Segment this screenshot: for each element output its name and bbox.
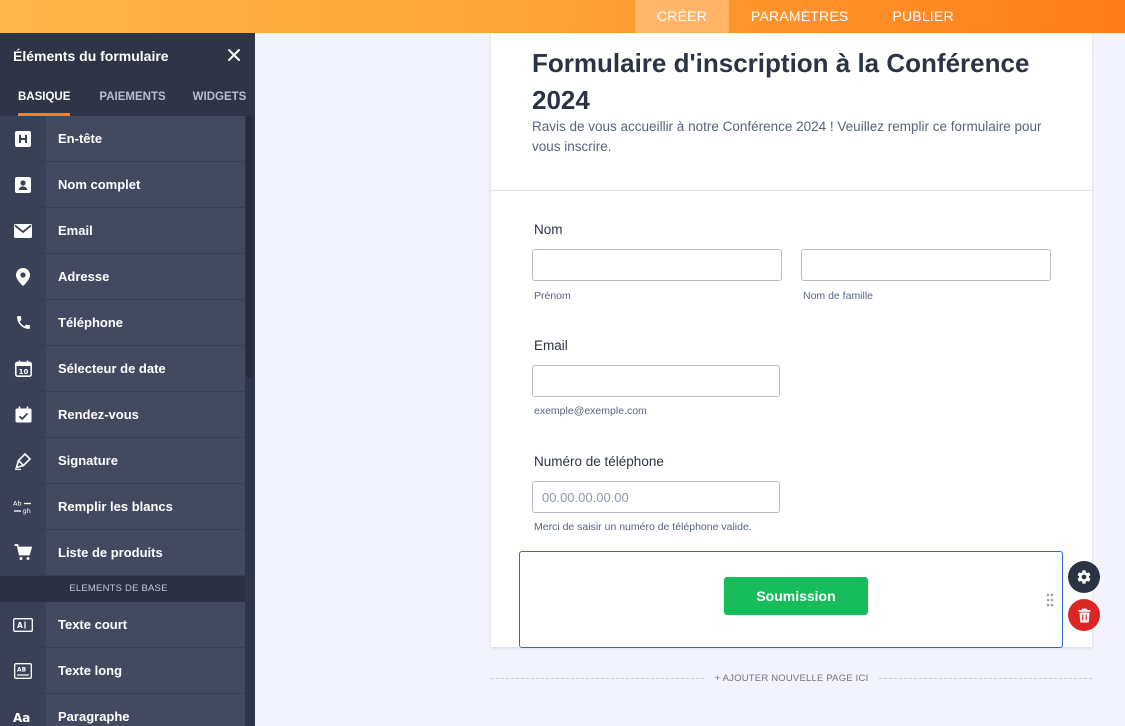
sidebar-item-label: En-tête — [58, 131, 103, 146]
tab-paiements[interactable]: PAIEMENTS — [99, 78, 165, 116]
svg-text:Aa: Aa — [13, 711, 30, 724]
sidebar-item-email[interactable]: Email — [0, 208, 245, 254]
contact-card-icon — [0, 162, 46, 207]
sidebar-header: Éléments du formulaire — [0, 33, 255, 78]
form-subtitle[interactable]: Ravis de vous accueillir à notre Confére… — [532, 117, 1062, 157]
sidebar-tabs: BASIQUE PAIEMENTS WIDGETS — [0, 78, 255, 116]
field-settings-button[interactable] — [1068, 561, 1100, 593]
sidebar-title: Éléments du formulaire — [13, 48, 169, 64]
tab-widgets[interactable]: WIDGETS — [193, 78, 247, 116]
form-elements-sidebar: Éléments du formulaire BASIQUE PAIEMENTS… — [0, 33, 255, 726]
svg-text:A: A — [17, 621, 23, 630]
sidebar-item-paragraphe[interactable]: Aa Paragraphe — [0, 694, 245, 726]
sidebar-item-label: Liste de produits — [58, 545, 163, 560]
trash-icon — [1078, 608, 1090, 622]
email-hint: exemple@exemple.com — [534, 405, 647, 417]
sidebar-scrollbar[interactable] — [246, 116, 253, 378]
fill-blanks-icon: Ab gh — [0, 484, 46, 529]
sidebar-item-texte-court[interactable]: A Texte court — [0, 602, 245, 648]
tab-parametres[interactable]: PARAMÈTRES — [729, 0, 870, 33]
sidebar-item-en-tete[interactable]: En-tête — [0, 116, 245, 162]
sidebar-item-label: Signature — [58, 453, 118, 468]
sidebar-item-selecteur-de-date[interactable]: 10 Sélecteur de date — [0, 346, 245, 392]
top-bar: CRÉER PARAMÈTRES PUBLIER — [0, 0, 1125, 33]
paragraph-icon: Aa — [0, 694, 46, 726]
email-input[interactable] — [532, 365, 780, 397]
first-name-input[interactable] — [532, 249, 782, 281]
drag-handle-icon[interactable] — [1046, 593, 1054, 607]
sidebar-item-texte-long[interactable]: AB Texte long — [0, 648, 245, 694]
sidebar-item-label: Remplir les blancs — [58, 499, 173, 514]
form-card: Formulaire d'inscription à la Conférence… — [491, 33, 1092, 648]
sidebar-element-list: En-tête Nom complet Email Adresse Téléph… — [0, 116, 245, 726]
svg-text:AB: AB — [17, 666, 27, 673]
sidebar-item-label: Texte long — [58, 663, 123, 678]
sidebar-item-telephone[interactable]: Téléphone — [0, 300, 245, 346]
last-name-hint: Nom de famille — [803, 290, 874, 302]
map-pin-icon — [0, 254, 46, 299]
svg-text:Ab: Ab — [13, 499, 22, 507]
sidebar-item-label: Paragraphe — [58, 709, 130, 724]
envelope-icon — [0, 208, 46, 253]
sidebar-item-label: Rendez-vous — [58, 407, 139, 422]
tab-creer[interactable]: CRÉER — [635, 0, 730, 33]
cart-icon — [0, 530, 46, 575]
phone-icon — [0, 300, 46, 345]
tab-publier[interactable]: PUBLIER — [870, 0, 975, 33]
svg-text:10: 10 — [18, 368, 28, 376]
email-label: Email — [534, 338, 568, 353]
close-icon[interactable] — [226, 47, 242, 63]
sidebar-item-label: Nom complet — [58, 177, 141, 192]
svg-text:gh: gh — [23, 507, 31, 515]
sidebar-item-rendez-vous[interactable]: Rendez-vous — [0, 392, 245, 438]
submit-field-selected[interactable]: Soumission — [519, 551, 1063, 648]
heading-icon — [0, 116, 46, 161]
delete-field-button[interactable] — [1068, 599, 1100, 631]
sidebar-item-liste-de-produits[interactable]: Liste de produits — [0, 530, 245, 576]
gear-icon — [1077, 570, 1091, 584]
sidebar-item-label: Sélecteur de date — [58, 361, 166, 376]
submit-button[interactable]: Soumission — [724, 577, 868, 615]
calendar-icon: 10 — [0, 346, 46, 391]
phone-label: Numéro de téléphone — [534, 454, 664, 469]
phone-hint: Merci de saisir un numéro de téléphone v… — [534, 521, 752, 533]
header-divider — [491, 190, 1092, 191]
last-name-input[interactable] — [801, 249, 1051, 281]
sidebar-item-nom-complet[interactable]: Nom complet — [0, 162, 245, 208]
sidebar-item-signature[interactable]: Signature — [0, 438, 245, 484]
phone-input[interactable] — [532, 481, 780, 513]
signature-pen-icon — [0, 438, 46, 483]
sidebar-item-adresse[interactable]: Adresse — [0, 254, 245, 300]
short-text-icon: A — [0, 602, 46, 647]
add-page-link[interactable]: + AJOUTER NOUVELLE PAGE ICI — [491, 673, 1092, 684]
section-header-elements-de-base: ELEMENTS DE BASE — [0, 576, 245, 602]
first-name-hint: Prénom — [534, 290, 571, 302]
long-text-icon: AB — [0, 648, 46, 693]
calendar-check-icon — [0, 392, 46, 437]
top-nav: CRÉER PARAMÈTRES PUBLIER — [635, 0, 976, 33]
sidebar-item-label: Email — [58, 223, 93, 238]
tab-basique[interactable]: BASIQUE — [18, 78, 71, 116]
sidebar-item-label: Téléphone — [58, 315, 124, 330]
add-page-separator[interactable]: + AJOUTER NOUVELLE PAGE ICI — [491, 672, 1092, 686]
sidebar-item-label: Adresse — [58, 269, 110, 284]
sidebar-item-remplir-les-blancs[interactable]: Ab gh Remplir les blancs — [0, 484, 245, 530]
name-label: Nom — [534, 222, 563, 237]
sidebar-item-label: Texte court — [58, 617, 128, 632]
form-title[interactable]: Formulaire d'inscription à la Conférence… — [532, 45, 1052, 119]
